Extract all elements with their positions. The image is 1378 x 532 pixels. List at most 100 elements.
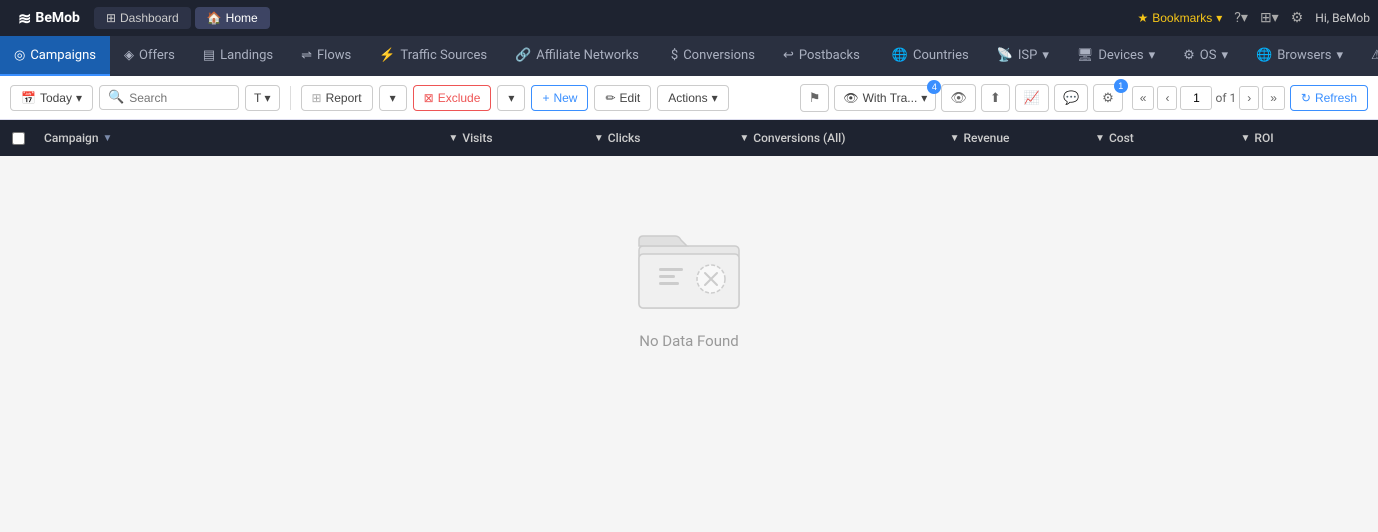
message-button[interactable]: 💬 bbox=[1054, 84, 1088, 112]
cost-column-label: Cost bbox=[1109, 131, 1134, 145]
dashboard-icon: ⊞ bbox=[106, 11, 116, 25]
settings-button[interactable]: ⚙ 1 bbox=[1093, 84, 1123, 112]
empty-state: No Data Found bbox=[0, 156, 1378, 410]
countries-icon: 🌐 bbox=[892, 48, 908, 63]
logo-icon: ≋ bbox=[18, 9, 31, 28]
sidebar-item-conversions[interactable]: $ Conversions bbox=[657, 36, 769, 76]
bookmarks-label: Bookmarks bbox=[1152, 11, 1212, 25]
layout-icon[interactable]: ⊞▾ bbox=[1260, 10, 1279, 26]
search-input[interactable] bbox=[129, 91, 229, 105]
sidebar-item-os[interactable]: ⚙ OS ▾ bbox=[1169, 36, 1242, 76]
chevron-down-icon: ▾ bbox=[1149, 48, 1156, 63]
plus-icon: + bbox=[542, 91, 549, 105]
pagination: « ‹ of 1 › » bbox=[1132, 86, 1285, 110]
edit-icon: ✏ bbox=[605, 91, 615, 105]
chevron-down-icon: ▾ bbox=[508, 91, 514, 105]
date-picker-button[interactable]: 📅 Today ▾ bbox=[10, 85, 93, 111]
postbacks-icon: ↩ bbox=[783, 48, 794, 63]
chevron-down-icon: ▾ bbox=[921, 91, 927, 105]
sidebar-item-campaigns[interactable]: ◎ Campaigns bbox=[0, 36, 110, 76]
prev-page-button[interactable]: ‹ bbox=[1157, 86, 1177, 110]
share-icon: ⬆ bbox=[990, 90, 1001, 106]
exclude-dropdown-button[interactable]: ▾ bbox=[497, 85, 525, 111]
column-header-revenue[interactable]: ▼ Revenue bbox=[942, 131, 1087, 145]
refresh-label: Refresh bbox=[1315, 91, 1357, 105]
home-icon: 🏠 bbox=[207, 11, 222, 25]
filter-icon-conversions: ▼ bbox=[739, 133, 749, 144]
column-header-clicks[interactable]: ▼ Clicks bbox=[586, 131, 731, 145]
visibility-button[interactable]: 👁 bbox=[941, 84, 976, 112]
top-navigation: ≋ BeMob ⊞ Dashboard 🏠 Home ★ Bookmarks ▾… bbox=[0, 0, 1378, 36]
gear-icon: ⚙ bbox=[1102, 90, 1114, 106]
campaign-column-label: Campaign bbox=[44, 131, 99, 145]
question-icon[interactable]: ?▾ bbox=[1234, 10, 1248, 26]
campaigns-icon: ◎ bbox=[14, 48, 25, 63]
settings-badge: 1 bbox=[1114, 79, 1128, 93]
column-header-cost[interactable]: ▼ Cost bbox=[1087, 131, 1232, 145]
sidebar-item-isp[interactable]: 📡 ISP ▾ bbox=[983, 36, 1063, 76]
devices-icon: 🖥 bbox=[1077, 48, 1094, 63]
sidebar-item-affiliate-networks[interactable]: 🔗 Affiliate Networks bbox=[501, 36, 653, 76]
next-page-button[interactable]: › bbox=[1239, 86, 1259, 110]
chart-button[interactable]: 📈 bbox=[1015, 84, 1049, 112]
sidebar-item-countries[interactable]: 🌐 Countries bbox=[878, 36, 983, 76]
column-header-conversions[interactable]: ▼ Conversions (All) bbox=[731, 131, 941, 145]
settings-icon[interactable]: ⚙ bbox=[1291, 10, 1304, 26]
secondary-navigation: ◎ Campaigns ◈ Offers ▤ Landings ⇌ Flows … bbox=[0, 36, 1378, 76]
flag-button[interactable]: ⚑ bbox=[800, 84, 830, 112]
new-button[interactable]: + New bbox=[531, 85, 588, 111]
search-icon: 🔍 bbox=[108, 90, 124, 105]
sidebar-item-traffic-sources[interactable]: ⚡ Traffic Sources bbox=[365, 36, 501, 76]
top-nav-right: ★ Bookmarks ▾ ?▾ ⊞▾ ⚙ Hi, BeMob bbox=[1137, 10, 1370, 26]
report-icon: ⊞ bbox=[312, 91, 322, 105]
traffic-sources-icon: ⚡ bbox=[379, 48, 395, 63]
sidebar-item-devices[interactable]: 🖥 Devices ▾ bbox=[1063, 36, 1169, 76]
chevron-down-icon: ▾ bbox=[1042, 48, 1049, 63]
filter-icon-clicks: ▼ bbox=[594, 133, 604, 144]
report-button[interactable]: ⊞ Report bbox=[301, 85, 373, 111]
filter-icon-visits: ▼ bbox=[448, 133, 458, 144]
browsers-icon: 🌐 bbox=[1256, 48, 1272, 63]
with-traffic-label: With Tra... bbox=[863, 91, 918, 105]
checkbox-all[interactable] bbox=[12, 132, 25, 145]
filter-icon-cost: ▼ bbox=[1095, 133, 1105, 144]
new-label: New bbox=[553, 91, 577, 105]
column-header-campaign[interactable]: Campaign ▼ bbox=[36, 131, 440, 145]
report-dropdown-button[interactable]: ▾ bbox=[379, 85, 407, 111]
flows-icon: ⇌ bbox=[301, 48, 312, 63]
bookmarks-button[interactable]: ★ Bookmarks ▾ bbox=[1137, 11, 1222, 25]
edit-label: Edit bbox=[620, 91, 641, 105]
actions-button[interactable]: Actions ▾ bbox=[657, 85, 728, 111]
dashboard-button[interactable]: ⊞ Dashboard bbox=[94, 7, 191, 29]
with-traffic-button[interactable]: 👁 With Tra... ▾ 4 bbox=[834, 85, 936, 111]
page-input[interactable] bbox=[1180, 86, 1212, 110]
sidebar-item-errors[interactable]: ⚠ Errors bbox=[1357, 36, 1378, 76]
brand-name: BeMob bbox=[35, 10, 80, 26]
sidebar-item-flows[interactable]: ⇌ Flows bbox=[287, 36, 365, 76]
column-header-roi[interactable]: ▼ ROI bbox=[1233, 131, 1378, 145]
toolbar-divider-1 bbox=[290, 86, 291, 110]
refresh-button[interactable]: ↻ Refresh bbox=[1290, 85, 1368, 111]
last-page-button[interactable]: » bbox=[1262, 86, 1285, 110]
select-all-checkbox[interactable] bbox=[0, 132, 36, 145]
type-button[interactable]: T ▾ bbox=[245, 85, 280, 111]
sidebar-item-landings[interactable]: ▤ Landings bbox=[189, 36, 287, 76]
message-icon: 💬 bbox=[1063, 90, 1079, 106]
share-button[interactable]: ⬆ bbox=[981, 84, 1010, 112]
isp-icon: 📡 bbox=[997, 48, 1013, 63]
calendar-icon: 📅 bbox=[21, 91, 36, 105]
toolbar: 📅 Today ▾ 🔍 T ▾ ⊞ Report ▾ ⊠ Exclude ▾ +… bbox=[0, 76, 1378, 120]
traffic-badge: 4 bbox=[927, 80, 941, 94]
chevron-down-icon: ▾ bbox=[76, 91, 82, 105]
empty-folder-illustration bbox=[629, 216, 749, 316]
column-header-visits[interactable]: ▼ Visits bbox=[440, 131, 585, 145]
sidebar-item-browsers[interactable]: 🌐 Browsers ▾ bbox=[1242, 36, 1357, 76]
edit-button[interactable]: ✏ Edit bbox=[594, 85, 651, 111]
page-of-label: of 1 bbox=[1215, 91, 1236, 105]
sidebar-item-offers[interactable]: ◈ Offers bbox=[110, 36, 189, 76]
sidebar-item-postbacks[interactable]: ↩ Postbacks bbox=[769, 36, 874, 76]
exclude-button[interactable]: ⊠ Exclude bbox=[413, 85, 492, 111]
home-button[interactable]: 🏠 Home bbox=[195, 7, 270, 29]
landings-icon: ▤ bbox=[203, 48, 215, 63]
first-page-button[interactable]: « bbox=[1132, 86, 1155, 110]
